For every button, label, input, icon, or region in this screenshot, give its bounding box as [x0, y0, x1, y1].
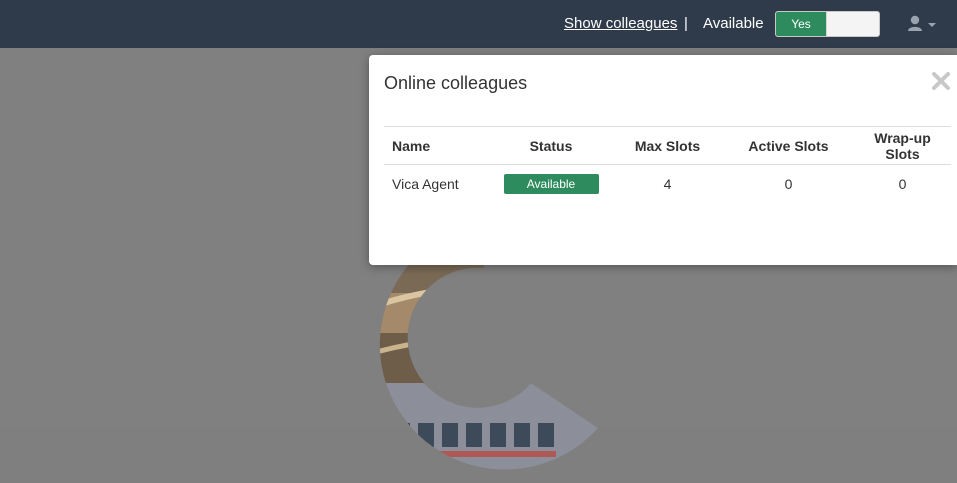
- online-colleagues-modal: Online colleagues Name Status Max Slots …: [369, 55, 957, 265]
- status-badge: Available: [503, 173, 599, 194]
- column-header-max-slots: Max Slots: [612, 126, 723, 165]
- active-slots-value: 0: [784, 175, 793, 192]
- close-button[interactable]: [929, 69, 953, 93]
- column-header-active-slots: Active Slots: [723, 126, 854, 165]
- table-row: Vica Agent Available 4 0 0: [384, 165, 951, 203]
- colleagues-table: Name Status Max Slots Active Slots Wrap-…: [384, 126, 951, 202]
- colleague-status-cell: Available: [490, 165, 612, 203]
- column-header-wrapup-slots: Wrap-up Slots: [854, 126, 951, 165]
- availability-label: Available: [703, 15, 764, 32]
- table-header-row: Name Status Max Slots Active Slots Wrap-…: [384, 126, 951, 165]
- toggle-knob[interactable]: [826, 12, 879, 36]
- column-header-name: Name: [384, 126, 490, 165]
- wrapup-slots-value: 0: [898, 175, 907, 192]
- caret-down-icon: [928, 23, 936, 27]
- close-icon: [932, 72, 950, 90]
- show-colleagues-link[interactable]: Show colleagues: [564, 15, 677, 32]
- separator: |: [684, 15, 688, 32]
- colleague-name: Vica Agent: [392, 175, 459, 192]
- user-menu-button[interactable]: [907, 14, 939, 34]
- modal-title: Online colleagues: [384, 73, 528, 93]
- top-navbar: Show colleagues | Available Yes: [0, 0, 957, 48]
- toggle-on-label: Yes: [776, 12, 826, 36]
- max-slots-value: 4: [663, 175, 672, 192]
- column-header-status: Status: [490, 126, 612, 165]
- availability-toggle[interactable]: Yes: [775, 11, 880, 37]
